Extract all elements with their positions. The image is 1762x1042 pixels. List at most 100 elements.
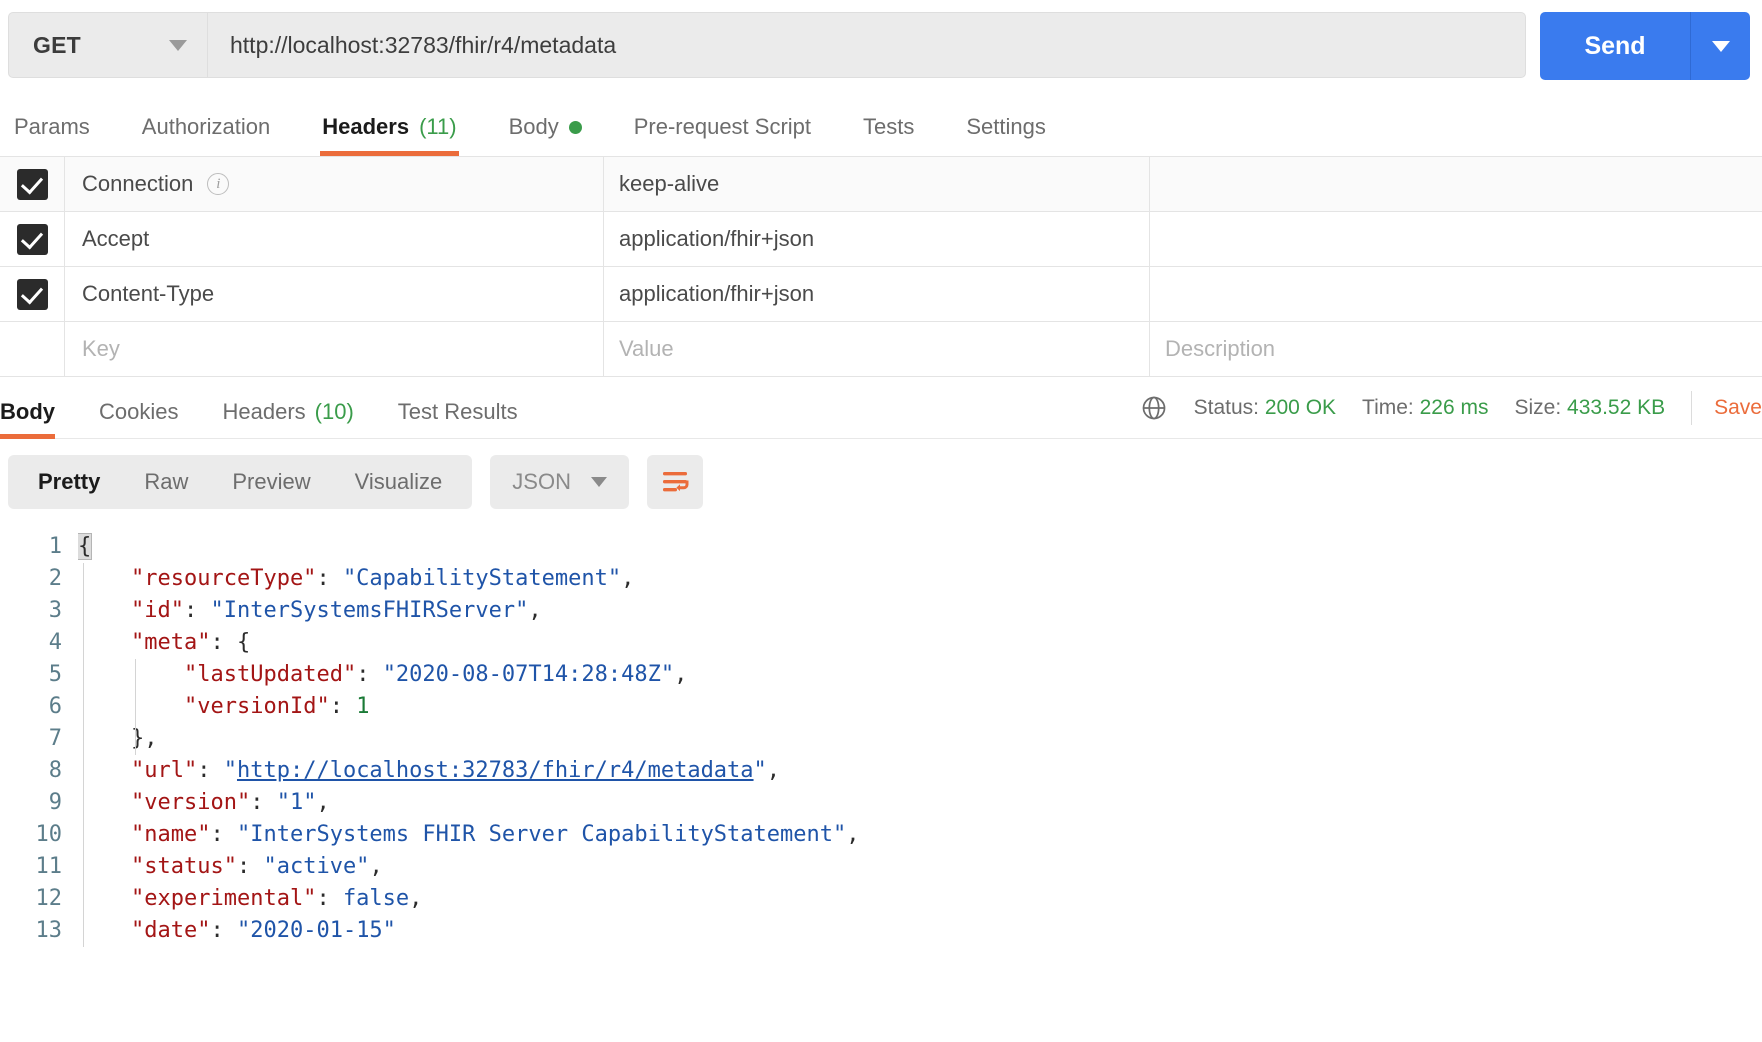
chevron-down-icon: [169, 40, 187, 51]
wrap-lines-button[interactable]: [647, 455, 703, 509]
header-key-input[interactable]: Content-Type: [64, 267, 603, 321]
header-value-input[interactable]: keep-alive: [603, 157, 1149, 211]
response-tab-headers[interactable]: Headers(10): [200, 399, 375, 439]
request-tab-label: Headers: [322, 114, 409, 140]
code-content[interactable]: { "resourceType": "CapabilityStatement",…: [78, 531, 1762, 953]
header-value-input[interactable]: application/fhir+json: [603, 267, 1149, 321]
request-tab-pre-request-script[interactable]: Pre-request Script: [608, 114, 837, 156]
size-label: Size:: [1515, 396, 1562, 419]
header-enabled-checkbox[interactable]: [17, 279, 48, 310]
code-line[interactable]: "experimental": false,: [78, 883, 1762, 915]
header-enabled-checkbox[interactable]: [17, 169, 48, 200]
view-preview[interactable]: Preview: [210, 455, 332, 509]
table-row: Connectionikeep-alive: [0, 157, 1762, 212]
send-options-button[interactable]: [1690, 12, 1750, 80]
code-line[interactable]: {: [78, 531, 1762, 563]
code-line[interactable]: "version": "1",: [78, 787, 1762, 819]
new-header-description-input-placeholder: Description: [1165, 336, 1275, 362]
status-badge: Status: 200 OK: [1194, 396, 1336, 420]
info-icon[interactable]: i: [207, 173, 229, 195]
line-number: 13: [0, 915, 62, 947]
row-checkbox-cell: [0, 267, 64, 321]
url-input[interactable]: http://localhost:32783/fhir/r4/metadata: [208, 12, 1526, 78]
new-header-description-input[interactable]: Description: [1149, 322, 1762, 376]
wrap-lines-icon: [660, 469, 690, 495]
new-header-value-input-placeholder: Value: [619, 336, 674, 362]
response-tabs: Body CookiesHeaders(10)Test Results: [0, 377, 540, 439]
table-row: Content-Type application/fhir+json: [0, 267, 1762, 322]
response-tab-body[interactable]: Body: [0, 399, 77, 439]
request-tab-authorization[interactable]: Authorization: [116, 114, 296, 156]
response-language-selector[interactable]: JSON: [490, 455, 629, 509]
line-number: 4: [0, 627, 62, 659]
indent-guide-level-1: [83, 563, 84, 947]
code-line[interactable]: "lastUpdated": "2020-08-07T14:28:48Z",: [78, 659, 1762, 691]
http-method-selector[interactable]: GET: [8, 12, 208, 78]
send-button[interactable]: Send: [1540, 12, 1690, 80]
header-description-input[interactable]: [1149, 212, 1762, 266]
code-line[interactable]: "versionId": 1: [78, 691, 1762, 723]
new-header-key-input[interactable]: Key: [64, 322, 603, 376]
line-number: 9: [0, 787, 62, 819]
line-number: 10: [0, 819, 62, 851]
view-visualize[interactable]: Visualize: [333, 455, 465, 509]
send-button-group: Send: [1540, 12, 1750, 80]
line-number: 8: [0, 755, 62, 787]
code-line[interactable]: "id": "InterSystemsFHIRServer",: [78, 595, 1762, 627]
size-badge: Size: 433.52 KB: [1515, 396, 1666, 420]
response-tab-test-results[interactable]: Test Results: [376, 399, 540, 439]
table-row: Acceptapplication/fhir+json: [0, 212, 1762, 267]
response-meta: Status: 200 OK Time: 226 ms Size: 433.52…: [1140, 391, 1762, 425]
request-tab-tests[interactable]: Tests: [837, 114, 940, 156]
code-line[interactable]: },: [78, 723, 1762, 755]
header-enabled-checkbox[interactable]: [17, 224, 48, 255]
code-line[interactable]: "date": "2020-01-15": [78, 915, 1762, 947]
response-format-toolbar: PrettyRawPreviewVisualize JSON: [0, 439, 1762, 523]
code-line[interactable]: "status": "active",: [78, 851, 1762, 883]
request-tabs: Params Authorization Headers (11) Body Pre-re…: [0, 96, 1762, 156]
request-tab-label: Pre-request Script: [634, 114, 811, 140]
status-value: 200 OK: [1265, 396, 1336, 419]
code-line[interactable]: "url": "http://localhost:32783/fhir/r4/m…: [78, 755, 1762, 787]
header-description-input[interactable]: [1149, 267, 1762, 321]
response-tab-label: Body: [0, 399, 55, 425]
response-language-label: JSON: [512, 469, 571, 495]
time-label: Time:: [1362, 396, 1414, 419]
request-tab-label: Params: [14, 114, 90, 140]
response-tab-cookies[interactable]: Cookies: [77, 399, 200, 439]
request-tab-headers[interactable]: Headers (11): [296, 114, 482, 156]
request-tab-label: Authorization: [142, 114, 270, 140]
header-key-text: Content-Type: [82, 281, 214, 307]
line-number: 11: [0, 851, 62, 883]
line-number: 3: [0, 595, 62, 627]
response-body-code[interactable]: 12345678910111213 { "resourceType": "Cap…: [0, 523, 1762, 953]
code-line[interactable]: "name": "InterSystems FHIR Server Capabi…: [78, 819, 1762, 851]
globe-icon[interactable]: [1140, 394, 1168, 422]
request-tab-settings[interactable]: Settings: [940, 114, 1072, 156]
line-number: 5: [0, 659, 62, 691]
request-tab-count: (11): [419, 114, 457, 140]
time-badge: Time: 226 ms: [1362, 396, 1488, 420]
header-key-input[interactable]: Accept: [64, 212, 603, 266]
header-value-input[interactable]: application/fhir+json: [603, 212, 1149, 266]
meta-divider: [1691, 391, 1692, 425]
view-pretty[interactable]: Pretty: [16, 455, 122, 509]
save-response-button[interactable]: Save: [1714, 396, 1762, 420]
code-line[interactable]: "resourceType": "CapabilityStatement",: [78, 563, 1762, 595]
request-tab-body[interactable]: Body: [483, 114, 608, 156]
line-number: 1: [0, 531, 62, 563]
new-header-value-input[interactable]: Value: [603, 322, 1149, 376]
status-label: Status:: [1194, 396, 1259, 419]
request-tab-label: Tests: [863, 114, 914, 140]
request-url-bar: GET http://localhost:32783/fhir/r4/metad…: [0, 0, 1762, 96]
fold-toggle[interactable]: {: [78, 534, 91, 559]
chevron-down-icon: [591, 477, 607, 487]
response-view-switcher: PrettyRawPreviewVisualize: [8, 455, 472, 509]
view-raw[interactable]: Raw: [122, 455, 210, 509]
code-line[interactable]: "meta": {: [78, 627, 1762, 659]
line-number-gutter: 12345678910111213: [0, 531, 78, 953]
line-number: 6: [0, 691, 62, 723]
request-tab-params[interactable]: Params: [14, 114, 116, 156]
header-description-input[interactable]: [1149, 157, 1762, 211]
header-key-input[interactable]: Connectioni: [64, 157, 603, 211]
